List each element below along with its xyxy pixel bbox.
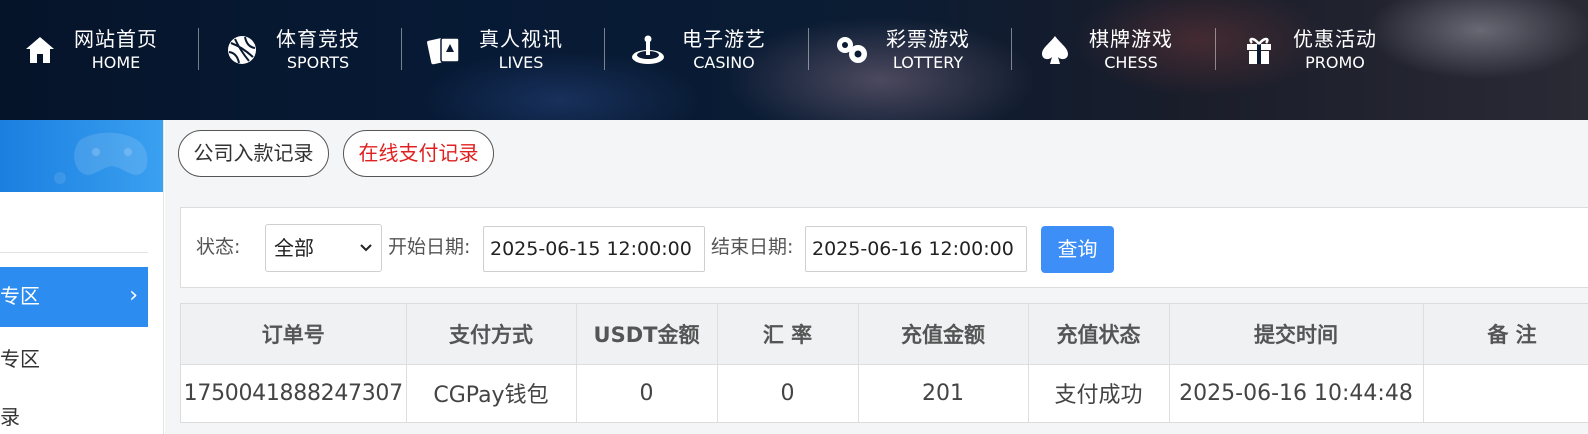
end-date-input[interactable]: 2025-06-16 12:00:00	[805, 226, 1027, 272]
filter-bar: 状态: 全部 开始日期: 2025-06-15 12:00:00 结束日期: 2…	[180, 207, 1588, 288]
ball-icon	[222, 30, 262, 70]
sidebar-banner	[0, 120, 163, 192]
chevron-down-icon	[359, 225, 373, 289]
payment-records-table: 订单号 支付方式 USDT金额 汇 率 充值金额 充值状态 提交时间 备 注 1…	[180, 303, 1588, 423]
tab-company-deposit[interactable]: 公司入款记录	[178, 130, 329, 177]
nav-label-en: LOTTERY	[892, 53, 964, 72]
nav-label-zh: 网站首页	[74, 27, 158, 51]
nav-item-casino[interactable]: 电子游艺 CASINO	[628, 22, 766, 78]
cell-deposit-status: 支付成功	[1028, 364, 1170, 422]
cell-order-no: 1750041888247307	[181, 364, 407, 422]
sidebar-item-active[interactable]: 专区 ›	[0, 267, 148, 327]
cards-icon	[425, 30, 465, 70]
cell-usdt-amount: 0	[576, 364, 718, 422]
chevron-right-icon: ›	[129, 283, 138, 308]
nav-item-sports[interactable]: 体育竞技 SPORTS	[222, 22, 360, 78]
cell-exchange-rate: 0	[717, 364, 859, 422]
home-icon	[20, 30, 60, 70]
nav-label-zh: 优惠活动	[1293, 27, 1377, 51]
status-select-value: 全部	[274, 236, 314, 260]
status-label: 状态:	[196, 236, 241, 258]
nav-label-en: CHESS	[1104, 53, 1158, 72]
left-sidebar: 专区 › 专区 录	[0, 120, 164, 434]
nav-item-lottery[interactable]: 彩票游戏 LOTTERY	[832, 22, 970, 78]
status-select[interactable]: 全部	[265, 224, 382, 272]
start-date-label: 开始日期:	[388, 236, 471, 258]
cell-remark	[1423, 364, 1588, 422]
sidebar-item[interactable]: 专区	[0, 346, 40, 372]
table-header-row: 订单号 支付方式 USDT金额 汇 率 充值金额 充值状态 提交时间 备 注	[181, 304, 1588, 365]
sidebar-divider	[0, 252, 148, 253]
column-header-exchange-rate[interactable]: 汇 率	[717, 304, 859, 365]
column-header-order-no[interactable]: 订单号	[181, 304, 407, 365]
cell-deposit-amount: 201	[858, 364, 1029, 422]
nav-item-home[interactable]: 网站首页 HOME	[20, 22, 158, 78]
tab-online-payment[interactable]: 在线支付记录	[343, 130, 494, 177]
nav-label-zh: 电子游艺	[682, 27, 766, 51]
spade-icon	[1035, 30, 1075, 70]
end-date-label: 结束日期:	[711, 236, 794, 258]
nav-label-en: CASINO	[693, 53, 755, 72]
nav-label-en: SPORTS	[286, 53, 350, 72]
nav-label-zh: 棋牌游戏	[1089, 27, 1173, 51]
nav-label-en: HOME	[91, 53, 141, 72]
gift-icon	[1239, 30, 1279, 70]
column-header-remark[interactable]: 备 注	[1423, 304, 1588, 365]
roulette-icon	[628, 30, 668, 70]
nav-separator	[1215, 28, 1216, 70]
top-navigation: 网站首页 HOME 体育竞技 SPORTS 真人视讯 LIVES 电子游艺 CA…	[0, 0, 1588, 120]
nav-item-lives[interactable]: 真人视讯 LIVES	[425, 22, 563, 78]
nav-label-zh: 体育竞技	[276, 27, 360, 51]
lottery-balls-icon	[832, 30, 872, 70]
column-header-submit-time[interactable]: 提交时间	[1169, 304, 1424, 365]
record-tabs: 公司入款记录 在线支付记录	[165, 120, 1588, 192]
column-header-payment-method[interactable]: 支付方式	[406, 304, 577, 365]
nav-label-zh: 彩票游戏	[886, 27, 970, 51]
nav-label-zh: 真人视讯	[479, 27, 563, 51]
nav-label-en: LIVES	[498, 53, 544, 72]
gamepad-watermark-icon	[54, 132, 148, 184]
cell-payment-method: CGPay钱包	[406, 364, 577, 422]
column-header-deposit-amount[interactable]: 充值金额	[858, 304, 1029, 365]
table-row: 1750041888247307 CGPay钱包 0 0 201 支付成功 20…	[181, 364, 1588, 422]
nav-separator	[1011, 28, 1012, 70]
nav-separator	[604, 28, 605, 70]
column-header-usdt-amount[interactable]: USDT金额	[576, 304, 718, 365]
column-header-deposit-status[interactable]: 充值状态	[1028, 304, 1170, 365]
sidebar-item[interactable]: 录	[0, 404, 20, 430]
cell-submit-time: 2025-06-16 10:44:48	[1169, 364, 1424, 422]
nav-separator	[198, 28, 199, 70]
sidebar-item-label: 专区	[0, 284, 40, 308]
start-date-input[interactable]: 2025-06-15 12:00:00	[483, 226, 705, 272]
nav-separator	[808, 28, 809, 70]
nav-separator	[401, 28, 402, 70]
query-button[interactable]: 查询	[1041, 226, 1114, 273]
nav-item-promo[interactable]: 优惠活动 PROMO	[1239, 22, 1377, 78]
nav-item-chess[interactable]: 棋牌游戏 CHESS	[1035, 22, 1173, 78]
nav-label-en: PROMO	[1305, 53, 1365, 72]
